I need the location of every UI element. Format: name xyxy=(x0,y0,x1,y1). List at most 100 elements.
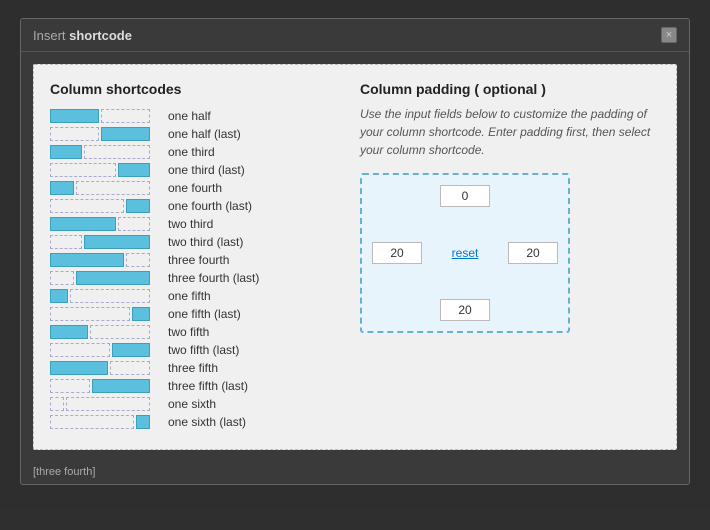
left-column: Column shortcodes one half xyxy=(50,81,340,433)
solid-block xyxy=(112,343,150,357)
icon-three-fourth xyxy=(50,253,160,267)
modal-title-text: Insert xyxy=(33,28,69,43)
solid-block xyxy=(50,145,82,159)
icon-two-fifth xyxy=(50,325,160,339)
solid-block xyxy=(50,181,74,195)
dotted-block xyxy=(50,199,124,213)
dotted-block xyxy=(70,289,150,303)
icon-three-fifth-last xyxy=(50,379,160,393)
item-label: one fifth xyxy=(168,289,211,303)
dotted-block xyxy=(76,181,150,195)
padding-box: reset xyxy=(360,173,570,333)
solid-block xyxy=(50,109,99,123)
solid-block xyxy=(101,127,150,141)
dotted-block xyxy=(118,217,150,231)
icon-one-half-last xyxy=(50,127,160,141)
padding-left-input[interactable] xyxy=(372,242,422,264)
list-item[interactable]: two fifth xyxy=(50,325,340,339)
list-item[interactable]: one fourth (last) xyxy=(50,199,340,213)
right-section-title: Column padding ( optional ) xyxy=(360,81,660,97)
solid-block xyxy=(132,307,150,321)
dotted-block xyxy=(50,343,110,357)
dotted-block xyxy=(84,145,150,159)
list-item[interactable]: three fourth xyxy=(50,253,340,267)
modal-title-highlight: shortcode xyxy=(69,28,132,43)
right-description: Use the input fields below to customize … xyxy=(360,105,660,159)
icon-one-fifth xyxy=(50,289,160,303)
dotted-block xyxy=(50,307,130,321)
left-section-title: Column shortcodes xyxy=(50,81,340,97)
list-item[interactable]: three fourth (last) xyxy=(50,271,340,285)
icon-two-fifth-last xyxy=(50,343,160,357)
modal-body: Column shortcodes one half xyxy=(33,64,677,450)
solid-block xyxy=(76,271,150,285)
icon-one-fourth xyxy=(50,181,160,195)
solid-block xyxy=(118,163,150,177)
solid-block xyxy=(84,235,150,249)
dotted-block xyxy=(126,253,150,267)
bottom-bar: [three fourth] xyxy=(21,462,689,484)
icon-one-sixth-last xyxy=(50,415,160,429)
reset-button[interactable]: reset xyxy=(452,246,479,260)
icon-one-fifth-last xyxy=(50,307,160,321)
solid-block xyxy=(50,289,68,303)
solid-block xyxy=(50,361,108,375)
icon-one-third xyxy=(50,145,160,159)
list-item[interactable]: one fifth xyxy=(50,289,340,303)
icon-three-fifth xyxy=(50,361,160,375)
item-label: one half xyxy=(168,109,211,123)
item-label: two third (last) xyxy=(168,235,243,249)
list-item[interactable]: one third xyxy=(50,145,340,159)
item-label: one fourth xyxy=(168,181,222,195)
modal-dialog: Insert shortcode × Column shortcodes one… xyxy=(20,18,690,485)
solid-block xyxy=(50,325,88,339)
icon-one-fourth-last xyxy=(50,199,160,213)
dotted-block xyxy=(50,379,90,393)
dotted-block xyxy=(101,109,150,123)
list-item[interactable]: one fifth (last) xyxy=(50,307,340,321)
padding-top-input[interactable] xyxy=(440,185,490,207)
solid-block xyxy=(136,415,150,429)
modal-close-button[interactable]: × xyxy=(661,27,677,43)
list-item[interactable]: three fifth xyxy=(50,361,340,375)
modal-overlay: Insert shortcode × Column shortcodes one… xyxy=(0,0,710,530)
item-label: three fourth (last) xyxy=(168,271,259,285)
list-item[interactable]: one sixth (last) xyxy=(50,415,340,429)
list-item[interactable]: one half (last) xyxy=(50,127,340,141)
icon-one-third-last xyxy=(50,163,160,177)
list-item[interactable]: two fifth (last) xyxy=(50,343,340,357)
shortcode-list: one half one half (last) xyxy=(50,109,340,429)
list-item[interactable]: one third (last) xyxy=(50,163,340,177)
item-label: three fifth xyxy=(168,361,218,375)
dotted-block xyxy=(50,397,64,411)
modal-title: Insert shortcode xyxy=(33,28,132,43)
item-label: one sixth (last) xyxy=(168,415,246,429)
dotted-block xyxy=(66,397,150,411)
dotted-block xyxy=(50,163,116,177)
list-item[interactable]: one fourth xyxy=(50,181,340,195)
item-label: one sixth xyxy=(168,397,216,411)
list-item[interactable]: two third (last) xyxy=(50,235,340,249)
item-label: three fourth xyxy=(168,253,229,267)
solid-block xyxy=(92,379,150,393)
padding-right-input[interactable] xyxy=(508,242,558,264)
icon-one-sixth xyxy=(50,397,160,411)
list-item[interactable]: three fifth (last) xyxy=(50,379,340,393)
padding-bottom-input[interactable] xyxy=(440,299,490,321)
dotted-block xyxy=(50,415,134,429)
item-label: two fifth (last) xyxy=(168,343,239,357)
solid-block xyxy=(50,253,124,267)
item-label: two fifth xyxy=(168,325,209,339)
dotted-block xyxy=(110,361,150,375)
icon-two-third xyxy=(50,217,160,231)
solid-block xyxy=(126,199,150,213)
list-item[interactable]: one sixth xyxy=(50,397,340,411)
list-item[interactable]: one half xyxy=(50,109,340,123)
item-label: one fifth (last) xyxy=(168,307,241,321)
modal-header: Insert shortcode × xyxy=(21,19,689,52)
icon-three-fourth-last xyxy=(50,271,160,285)
item-label: one third (last) xyxy=(168,163,245,177)
item-label: one fourth (last) xyxy=(168,199,252,213)
list-item[interactable]: two third xyxy=(50,217,340,231)
icon-two-third-last xyxy=(50,235,160,249)
